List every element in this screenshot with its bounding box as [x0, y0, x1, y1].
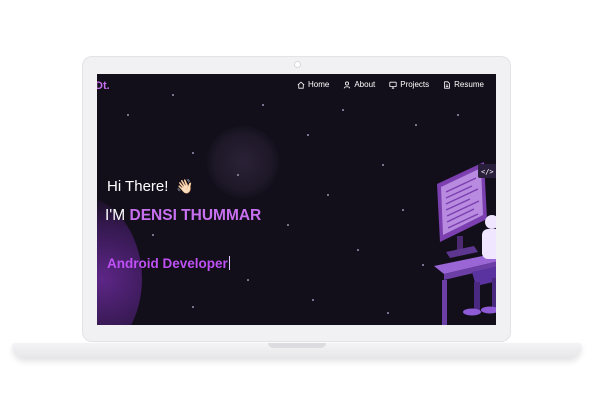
- hero-name: DENSI THUMMAR: [129, 207, 262, 224]
- nav-projects-label: Projects: [400, 80, 430, 89]
- projects-icon: [389, 81, 397, 89]
- nav-home-label: Home: [308, 80, 330, 89]
- typewriter-role: Android Developer: [107, 256, 230, 271]
- user-icon: [344, 81, 351, 88]
- home-icon: [297, 81, 305, 89]
- developer-illustration: </>: [434, 162, 496, 325]
- nav-resume-label: Resume: [454, 80, 484, 89]
- background-orb: [207, 126, 279, 198]
- role-text: Android Developer: [107, 256, 228, 271]
- laptop-screen: Dt. Home About Projects Resume Hi There!…: [97, 74, 496, 325]
- laptop-notch: [268, 343, 326, 348]
- nav-home[interactable]: Home: [297, 80, 329, 89]
- nav-resume[interactable]: Resume: [443, 80, 484, 89]
- wave-emoji-icon: 👋🏻: [176, 178, 194, 194]
- text-cursor: [228, 256, 230, 270]
- nav-about-label: About: [354, 80, 376, 89]
- svg-text:</>: </>: [481, 168, 494, 176]
- nav-about[interactable]: About: [343, 80, 375, 89]
- site-logo[interactable]: Dt.: [97, 80, 110, 92]
- document-icon: [444, 80, 450, 89]
- hero-intro: I'M DENSI THUMMAR: [105, 207, 261, 225]
- top-nav: Home About Projects Resume: [297, 80, 484, 89]
- hero-greeting: Hi There! 👋🏻: [107, 178, 194, 195]
- webcam-icon: [295, 62, 300, 67]
- greeting-text: Hi There!: [107, 178, 169, 195]
- intro-prefix: I'M: [105, 207, 126, 224]
- nav-projects[interactable]: Projects: [389, 80, 429, 89]
